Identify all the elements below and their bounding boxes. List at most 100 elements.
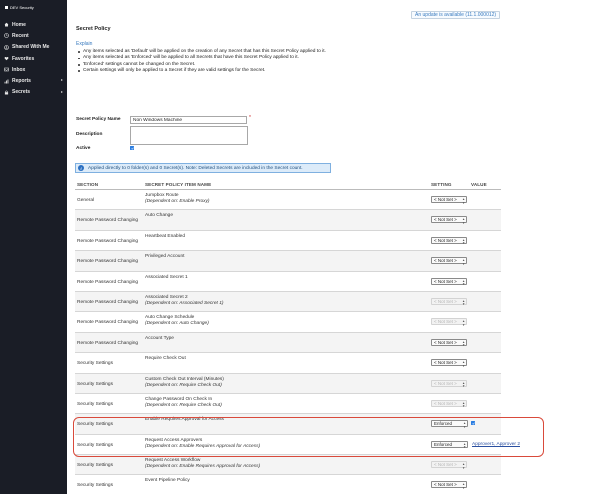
row-item: Change Password On Check In (Dependent on… <box>145 397 222 409</box>
table-row: Security Settings Enable Requires Approva… <box>75 414 501 435</box>
update-available-link[interactable]: An update is available (11.1.000012) <box>411 11 501 19</box>
setting-dropdown[interactable]: < Not Set > ▴ ▾ <box>431 196 467 204</box>
lock-icon <box>4 90 9 95</box>
active-checkbox[interactable] <box>130 146 134 150</box>
column-header-item: SECRET POLICY ITEM NAME <box>145 182 212 187</box>
explain-bullet-text: Any items selected as 'Enforced' will be… <box>83 55 299 61</box>
table-row: Remote Password Changing Account Type < No… <box>75 332 501 354</box>
applied-info-text: Applied directly to 0 folder(s) and 0 Se… <box>88 165 303 171</box>
info-icon: i <box>78 165 84 171</box>
row-section: Security Settings <box>77 422 113 428</box>
sidebar-item-shared-with-me[interactable]: Shared With Me <box>0 42 67 53</box>
chevron-right-icon <box>61 79 63 82</box>
row-section: Security Settings <box>77 381 113 387</box>
setting-dropdown[interactable]: < Not Set > ▴ ▾ <box>431 216 467 225</box>
table-row: Remote Password Changing Associated Secre… <box>75 272 501 292</box>
table-row: Remote Password Changing Associated Secre… <box>75 291 501 313</box>
sidebar-item-label: Favorites <box>12 55 35 62</box>
sidebar-item-reports[interactable]: Reports <box>0 75 67 86</box>
brand-mark-icon <box>5 6 8 9</box>
share-icon <box>4 44 9 50</box>
setting-value: < Not Set > <box>434 400 457 406</box>
setting-value: < Not Set > <box>434 217 457 223</box>
setting-dropdown[interactable]: Enforced ▴ ▾ <box>431 440 468 449</box>
updown-arrow-icon: ▴ ▾ <box>462 319 465 327</box>
updown-arrow-icon: ▴ ▾ <box>462 339 465 348</box>
row-item-dependency: (Dependent on: Associated Secret 1) <box>145 300 224 306</box>
row-item: Privileged Account <box>145 254 184 260</box>
sidebar-item-home[interactable]: Home <box>0 19 67 30</box>
policy-name-input[interactable] <box>130 116 247 124</box>
sidebar-item-secrets[interactable]: Secrets <box>0 87 67 98</box>
row-item: Event Pipeline Policy <box>145 478 190 484</box>
chart-icon <box>4 79 9 84</box>
setting-value: < Not Set > <box>434 339 457 345</box>
explain-link[interactable]: Explain <box>76 41 92 47</box>
sidebar-item-label: Recent <box>12 32 29 39</box>
row-item-name: Auto Change <box>145 213 174 219</box>
updown-arrow-icon: ▴ ▾ <box>462 278 465 287</box>
checkmark-icon <box>471 422 475 425</box>
setting-value: < Not Set > <box>434 237 457 243</box>
setting-dropdown[interactable]: < Not Set > ▴ ▾ <box>431 338 467 348</box>
sidebar-item-inbox[interactable]: Inbox <box>0 64 67 75</box>
sidebar-item-favorites[interactable]: Favorites <box>0 53 67 64</box>
row-item: Enable Requires Approval for Access <box>145 417 224 423</box>
explain-bullet-text: Any items selected as 'Default' will be … <box>83 49 326 54</box>
row-item-dependency: (Dependent on: Enable Proxy) <box>145 199 210 204</box>
approvers-link[interactable]: Approver1, Approver 2 <box>472 442 520 447</box>
row-item-name: Require Check Out <box>145 356 186 362</box>
row-item-name: Heartbeat Enabled <box>145 233 186 239</box>
row-item-name: Enable Requires Approval for Access <box>145 417 224 423</box>
setting-value: Enforced <box>434 441 453 447</box>
setting-dropdown[interactable]: < Not Set > ▴ ▾ <box>431 257 467 265</box>
row-item-name: Account Type <box>145 335 174 341</box>
setting-dropdown[interactable]: < Not Set > ▴ ▾ <box>431 481 467 490</box>
updown-arrow-icon: ▴ ▾ <box>462 360 465 368</box>
description-textarea[interactable] <box>130 126 248 145</box>
row-section: Remote Password Changing <box>77 218 139 224</box>
row-item: Auto Change <box>145 213 173 219</box>
page-title: Secret Policy <box>76 26 111 32</box>
updown-arrow-icon: ▴ ▾ <box>462 237 465 246</box>
brand-logo[interactable]: DEV Security <box>5 5 34 10</box>
chevron-right-icon <box>61 90 63 93</box>
setting-value: < Not Set > <box>434 278 457 284</box>
applied-info-box: i Applied directly to 0 folder(s) and 0 … <box>75 163 331 173</box>
brand-name: DEV Security <box>10 5 34 10</box>
table-row: Security Settings Require Check Out < Not … <box>75 353 501 374</box>
explain-bullet-text: Certain settings will only be applied to… <box>83 67 266 73</box>
setting-dropdown[interactable]: < Not Set > ▴ ▾ <box>431 236 467 246</box>
sidebar-item-recent[interactable]: Recent <box>0 30 67 41</box>
table-row: Remote Password Changing Privileged Accou… <box>75 251 501 272</box>
setting-dropdown[interactable]: Enforced ▴ ▾ <box>431 420 468 429</box>
row-item: Associated Secret 2 (Dependent on: Associ… <box>145 295 223 307</box>
row-item: Custom Check Out Interval (Minutes) (Depe… <box>145 377 224 389</box>
clock-icon <box>4 33 9 39</box>
explain-bullets: Any items selected as 'Default' will be … <box>76 49 336 74</box>
policy-name-label: Secret Policy Name <box>76 117 121 122</box>
table-row: Remote Password Changing Auto Change < Not… <box>75 210 501 231</box>
row-section: Remote Password Changing <box>77 238 139 244</box>
setting-value: < Not Set > <box>434 258 457 264</box>
row-section: Remote Password Changing <box>77 340 139 346</box>
setting-value: Enforced <box>434 421 453 427</box>
row-item: Auto Change Schedule (Dependent on: Auto … <box>145 315 209 327</box>
column-header-section: SECTION <box>77 182 99 187</box>
setting-value: < Not Set > <box>434 462 457 468</box>
column-header-setting: SETTING <box>431 182 452 187</box>
updown-arrow-icon: ▴ ▾ <box>462 380 465 389</box>
inbox-icon <box>4 67 9 72</box>
row-item-dependency: (Dependent on: Enable Requires Approval … <box>145 464 261 470</box>
setting-dropdown[interactable]: < Not Set > ▴ ▾ <box>431 359 467 368</box>
table-row: Security Settings Event Pipeline Policy < … <box>75 475 501 494</box>
row-section: Security Settings <box>77 463 113 469</box>
value-checkbox[interactable] <box>471 421 475 426</box>
table-row: Security Settings Request Access Approver… <box>75 435 520 456</box>
updown-arrow-icon: ▴ ▾ <box>462 482 465 490</box>
sidebar: DEV Security Home Recent Shared With Me Fav… <box>0 0 67 494</box>
row-item-name: Privileged Account <box>145 254 185 260</box>
row-section: Remote Password Changing <box>77 320 139 326</box>
sidebar-item-label: Shared With Me <box>12 44 50 51</box>
setting-dropdown[interactable]: < Not Set > ▴ ▾ <box>431 277 467 287</box>
